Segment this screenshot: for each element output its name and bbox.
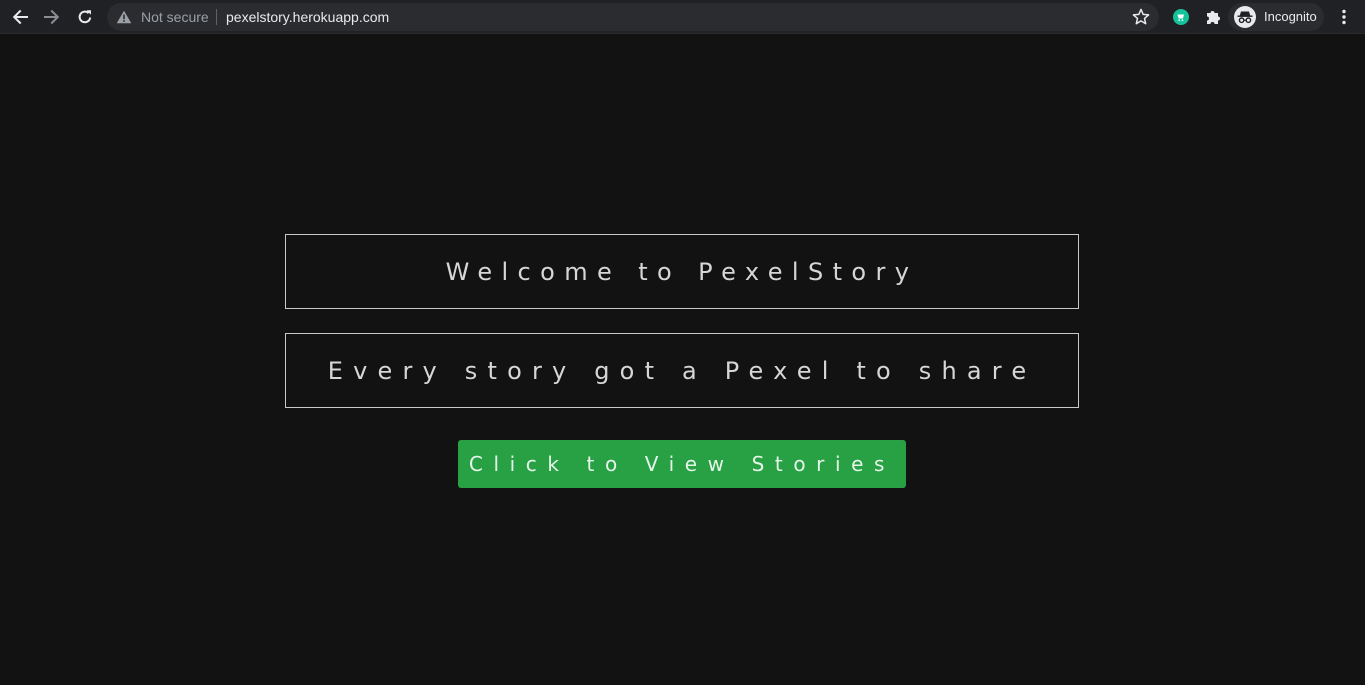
grammarly-icon [1173, 9, 1189, 25]
incognito-icon [1234, 6, 1256, 28]
incognito-label: Incognito [1264, 9, 1317, 24]
arrow-left-icon [12, 9, 28, 25]
reload-icon [78, 10, 92, 24]
welcome-banner: Welcome to PexelStory [285, 234, 1079, 309]
view-stories-button[interactable]: Click to View Stories [458, 440, 906, 488]
browser-menu-button[interactable] [1332, 5, 1356, 29]
forward-button[interactable] [40, 5, 64, 29]
star-icon[interactable] [1131, 7, 1151, 27]
security-status-label[interactable]: Not secure [141, 9, 209, 25]
tagline-text: Every story got a Pexel to share [327, 356, 1037, 385]
warning-triangle-icon [116, 10, 132, 24]
address-divider [216, 9, 217, 25]
grammarly-extension-button[interactable] [1169, 5, 1193, 29]
reload-button[interactable] [73, 5, 97, 29]
url-text[interactable]: pexelstory.herokuapp.com [226, 9, 389, 25]
arrow-right-icon [44, 9, 60, 25]
extensions-button[interactable] [1201, 5, 1225, 29]
puzzle-icon [1207, 11, 1220, 24]
back-button[interactable] [8, 5, 32, 29]
browser-toolbar: Not secure pexelstory.herokuapp.com Inco… [0, 0, 1365, 34]
address-bar[interactable]: Not secure pexelstory.herokuapp.com [107, 3, 1159, 31]
view-stories-label: Click to View Stories [468, 452, 896, 476]
welcome-heading: Welcome to PexelStory [445, 257, 919, 286]
tagline-banner: Every story got a Pexel to share [285, 333, 1079, 408]
landing-page: Welcome to PexelStory Every story got a … [0, 35, 1365, 685]
kebab-menu-icon [1342, 9, 1346, 25]
incognito-profile-button[interactable]: Incognito [1228, 3, 1324, 31]
